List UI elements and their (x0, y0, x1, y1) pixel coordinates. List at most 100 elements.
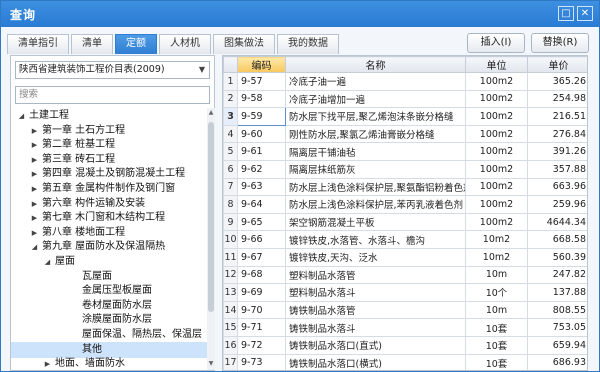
cell-name[interactable]: 塑料制品水落斗 (285, 283, 466, 302)
expand-icon[interactable]: ▶ (30, 225, 39, 241)
table-row[interactable]: 5 9-61 隔离层干铺油毡 100m2 391.26 (223, 142, 587, 161)
cell-price[interactable]: 365.26 (527, 72, 587, 91)
close-icon[interactable]: ✕ (577, 6, 593, 21)
expand-icon[interactable]: ▶ (30, 196, 39, 212)
table-row[interactable]: 10 9-66 镀锌铁皮,水落管、水落斗、檐沟 10m2 668.58 (223, 230, 587, 249)
tab-atlas[interactable]: 图集做法 (213, 34, 275, 54)
cell-name[interactable]: 隔离层干铺油毡 (285, 142, 466, 161)
tab-quota[interactable]: 定额 (115, 34, 157, 54)
tree-item[interactable]: 金属压型板屋面 (11, 283, 207, 299)
dropdown-arrow-icon[interactable]: ▼ (199, 62, 205, 78)
maximize-icon[interactable]: □ (558, 6, 574, 21)
cell-name[interactable]: 防水层上浅色涂料保护层,苯丙乳液着色剂 (285, 195, 466, 214)
scrollbar-thumb[interactable] (208, 122, 214, 312)
table-row[interactable]: 4 9-60 刚性防水层,聚氯乙烯油膏嵌分格缝 100m2 276.84 (223, 124, 587, 144)
expand-icon[interactable]: ▶ (30, 181, 39, 197)
table-row[interactable]: 13 9-69 塑料制品水落斗 10个 137.88 (223, 283, 587, 302)
collapse-icon[interactable]: ◢ (30, 239, 39, 255)
cell-price[interactable]: 560.39 (527, 247, 587, 267)
cell-price[interactable]: 216.51 (527, 107, 587, 126)
cell-code[interactable]: 9-66 (237, 230, 286, 249)
cell-unit[interactable]: 10个 (465, 283, 528, 302)
cell-unit[interactable]: 100m2 (465, 159, 528, 179)
table-row[interactable]: 9 9-65 架空钢筋混凝土平板 100m2 4644.34 (223, 212, 587, 232)
tree-item[interactable]: ◢ 第九章 屋面防水及保温隔热 (11, 239, 207, 255)
cell-code[interactable]: 9-57 (237, 72, 286, 91)
tree-scrollbar[interactable]: ▲ ▼ (207, 108, 215, 370)
cell-price[interactable]: 659.94 (527, 335, 587, 355)
header-code[interactable]: 编码 (237, 56, 286, 73)
tree-item[interactable]: 卷材屋面防水层 (11, 298, 207, 314)
tree-item[interactable]: ▶ 第三章 砖石工程 (11, 152, 207, 168)
cell-name[interactable]: 刚性防水层,聚氯乙烯油膏嵌分格缝 (285, 124, 466, 144)
cell-name[interactable]: 镀锌铁皮,天沟、泛水 (285, 247, 466, 267)
tree-item[interactable]: ▶ 第一章 土石方工程 (11, 123, 207, 139)
cell-price[interactable]: 391.26 (527, 142, 587, 161)
scroll-down-icon[interactable]: ▼ (207, 360, 215, 367)
tree-item[interactable]: ▶ 第八章 楼地面工程 (11, 225, 207, 241)
expand-icon[interactable]: ▶ (30, 210, 39, 226)
tab-labor-material[interactable]: 人材机 (159, 34, 211, 54)
cell-unit[interactable]: 100m2 (465, 107, 528, 126)
table-row[interactable]: 3 9-59 防水层下找平层,聚乙烯泡沫条嵌分格缝 100m2 216.51 (223, 107, 587, 126)
search-input[interactable]: 搜索 (15, 86, 210, 104)
expand-icon[interactable]: ▶ (30, 166, 39, 182)
cell-unit[interactable]: 100m2 (465, 212, 528, 232)
cell-code[interactable]: 9-62 (237, 159, 286, 179)
cell-unit[interactable]: 10套 (465, 335, 528, 355)
cell-price[interactable]: 254.98 (527, 89, 587, 109)
cell-code[interactable]: 9-70 (237, 300, 286, 320)
cell-unit[interactable]: 100m2 (465, 124, 528, 144)
tree-item[interactable]: 其他 (11, 341, 207, 358)
tree-item[interactable]: 瓦屋面 (11, 269, 207, 285)
cell-price[interactable]: 686.93 (527, 353, 587, 370)
cell-price[interactable]: 357.88 (527, 159, 587, 179)
tree-item[interactable]: ◢ 屋面 (11, 254, 207, 270)
cell-code[interactable]: 9-61 (237, 142, 286, 161)
tree-item[interactable]: ▶ 第四章 混凝土及钢筋混凝土工程 (11, 166, 207, 182)
cell-price[interactable]: 276.84 (527, 124, 587, 144)
cell-unit[interactable]: 100m2 (465, 142, 528, 161)
table-row[interactable]: 17 9-73 铸铁制品水落口(横式) 10套 686.93 (223, 353, 587, 370)
cell-code[interactable]: 9-60 (237, 124, 286, 144)
cell-unit[interactable]: 10m (465, 300, 528, 320)
tree-item[interactable]: ▶ 地面、墙面防水 (11, 356, 207, 372)
cell-price[interactable]: 137.88 (527, 283, 587, 302)
table-row[interactable]: 2 9-58 冷底子油增加一遍 100m2 254.98 (223, 89, 587, 109)
table-row[interactable]: 14 9-70 铸铁制品水落管 10m 808.55 (223, 300, 587, 320)
cell-unit[interactable]: 100m2 (465, 89, 528, 109)
tree-item[interactable]: 屋面保温、隔热层、保温层 (11, 327, 207, 343)
table-row[interactable]: 12 9-68 塑料制品水落管 10m 247.82 (223, 265, 587, 285)
insert-button[interactable]: 插入(I) (467, 33, 525, 53)
title-bar[interactable]: 查询 □ ✕ (1, 1, 599, 27)
table-row[interactable]: 16 9-72 铸铁制品水落口(直式) 10套 659.94 (223, 335, 587, 355)
table-row[interactable]: 11 9-67 镀锌铁皮,天沟、泛水 10m2 560.39 (223, 247, 587, 267)
cell-name[interactable]: 冷底子油一遍 (285, 72, 466, 91)
cell-name[interactable]: 镀锌铁皮,水落管、水落斗、檐沟 (285, 230, 466, 249)
collapse-icon[interactable]: ◢ (17, 108, 26, 124)
expand-icon[interactable]: ▶ (30, 123, 39, 139)
cell-unit[interactable]: 100m2 (465, 72, 528, 91)
table-row[interactable]: 7 9-63 防水层上浅色涂料保护层,聚氨酯铝粉着色剂 100m2 663.96 (223, 177, 587, 197)
cell-name[interactable]: 铸铁制品水落斗 (285, 318, 466, 337)
cell-code[interactable]: 9-69 (237, 283, 286, 302)
cell-price[interactable]: 808.55 (527, 300, 587, 320)
cell-code[interactable]: 9-63 (237, 177, 286, 197)
cell-price[interactable]: 4644.34 (527, 212, 587, 232)
tree-item[interactable]: ◢ 土建工程 (11, 108, 207, 124)
cell-name[interactable]: 架空钢筋混凝土平板 (285, 212, 466, 232)
cell-price[interactable]: 663.96 (527, 177, 587, 197)
table-row[interactable]: 6 9-62 隔离层抹纸筋灰 100m2 357.88 (223, 159, 587, 179)
table-row[interactable]: 1 9-57 冷底子油一遍 100m2 365.26 (223, 72, 587, 91)
tree-item[interactable]: 涂膜屋面防水层 (11, 312, 207, 328)
cell-name[interactable]: 防水层上浅色涂料保护层,聚氨酯铝粉着色剂 (285, 177, 466, 197)
tree-item[interactable]: ▶ 第二章 桩基工程 (11, 137, 207, 153)
cell-name[interactable]: 铸铁制品水落口(横式) (285, 353, 466, 370)
cell-code[interactable]: 9-68 (237, 265, 286, 285)
cell-unit[interactable]: 10m2 (465, 247, 528, 267)
header-price[interactable]: 单价 (527, 56, 587, 73)
cell-name[interactable]: 铸铁制品水落管 (285, 300, 466, 320)
cell-price[interactable]: 259.96 (527, 195, 587, 214)
cell-name[interactable]: 隔离层抹纸筋灰 (285, 159, 466, 179)
cell-code[interactable]: 9-73 (237, 353, 286, 370)
